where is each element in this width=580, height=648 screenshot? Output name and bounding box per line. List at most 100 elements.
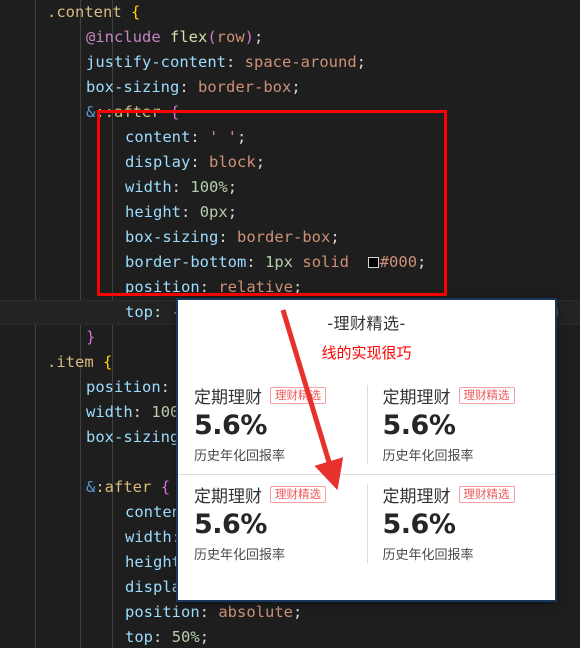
code-token: & [86,103,96,121]
code-token: box-sizing [86,78,180,96]
code-token: position [125,603,200,621]
code-token: : [181,203,191,221]
code-token: box-sizing [86,428,180,446]
code-token: : [160,378,170,396]
product-card-header: 定期理财 理财精选 [383,383,556,408]
product-card-header: 定期理财 理财精选 [194,383,367,408]
code-token: 1px [265,253,294,271]
code-token: ; [293,278,303,296]
code-token: border-bottom [125,253,247,271]
code-line[interactable]: height: 0px; [0,200,580,225]
screenshot-root: .content {@include flex(row); justify-con… [0,0,580,648]
product-rate-label: 历史年化回报率 [382,449,474,464]
code-token: : [179,78,189,96]
code-line[interactable]: .content { [0,0,580,25]
code-token: 50% [171,628,200,646]
code-token: flex [170,28,208,46]
product-badge: 理财精选 [270,386,326,405]
code-line[interactable]: display: block; [0,150,580,175]
code-token: : [153,303,163,321]
code-token: 100% [190,178,228,196]
code-token: : [190,153,200,171]
popup-red-note: 线的实现很巧 [321,344,412,362]
code-token: #000 [379,253,418,271]
code-token: position [125,278,200,296]
product-card-grid: 定期理财 理财精选 5.6% 历史年化回报率 定期理财 理财精选 5.6% 历史年化回报率 定期… [178,375,555,573]
code-token: position [86,378,161,396]
product-badge: 理财精选 [458,485,515,504]
product-name: 定期理财 [382,487,451,507]
product-rate: 5.6% [382,509,456,540]
code-token: ( [207,28,217,46]
product-rate-label: 历史年化回报率 [194,449,286,464]
code-line[interactable]: position: relative; [0,275,580,300]
code-token: width [86,403,133,421]
code-token: { [103,353,113,371]
popup-title: -理财精选- [327,314,406,333]
code-token: solid [302,253,350,271]
product-card[interactable]: 定期理财 理财精选 5.6% 历史年化回报率 [366,474,556,573]
code-line[interactable]: @include flex(row); [0,25,580,50]
code-token: 0px [199,203,228,221]
code-line[interactable]: width: 100%; [0,175,580,200]
code-token: content [125,128,191,146]
code-line[interactable]: top: 50%; [0,625,580,648]
code-token: : [218,228,228,246]
code-token: height [125,203,181,221]
code-token: .item [47,353,94,371]
product-rate: 5.6% [382,410,456,441]
code-token: : [199,603,209,621]
code-line[interactable]: box-sizing: border-box; [0,75,580,100]
product-name: 定期理财 [382,388,451,408]
product-rate: 5.6% [194,509,267,540]
code-token: { [170,103,180,121]
color-swatch-icon[interactable] [367,257,379,268]
code-token: ; [227,203,238,221]
code-token: ; [227,178,238,196]
product-rate-label: 历史年化回报率 [194,548,286,563]
code-line[interactable]: &::after { [0,100,580,125]
code-token: .content [47,3,122,21]
code-line[interactable]: border-bottom: 1px solid #000; [0,250,580,275]
product-card[interactable]: 定期理财 理财精选 5.6% 历史年化回报率 [366,375,556,474]
code-token: border-box [198,78,292,96]
code-line[interactable]: justify-content: space-around; [0,50,580,75]
code-token: ; [199,628,210,646]
code-token: display [125,153,191,171]
product-card-header: 定期理财 理财精选 [194,482,367,507]
code-token: block [209,153,256,171]
product-rate: 5.6% [194,410,267,441]
code-token: : [153,628,163,646]
product-rate-label: 历史年化回报率 [382,548,474,563]
code-line[interactable]: content: ' '; [0,125,580,150]
product-badge: 理财精选 [458,386,515,405]
code-token: : [225,53,236,71]
code-line[interactable]: position: absolute; [0,600,580,625]
code-token: absolute [218,603,293,621]
product-card[interactable]: 定期理财 理财精选 5.6% 历史年化回报率 [178,474,367,573]
code-token: space-around [244,53,357,71]
code-token: width [125,178,172,196]
product-card[interactable]: 定期理财 理财精选 5.6% 历史年化回报率 [178,375,367,474]
preview-popup-panel[interactable]: -理财精选- 线的实现很巧 定期理财 理财精选 5.6% 历史年化回报率 定期理财 理财精… [178,300,555,600]
code-token: @include [86,28,161,46]
code-token: : [190,128,200,146]
code-token: : [246,253,256,271]
code-token: : [199,278,209,296]
code-token: : [171,178,182,196]
code-token: width [125,528,172,546]
code-line[interactable]: box-sizing: border-box; [0,225,580,250]
code-token: ; [330,228,340,246]
